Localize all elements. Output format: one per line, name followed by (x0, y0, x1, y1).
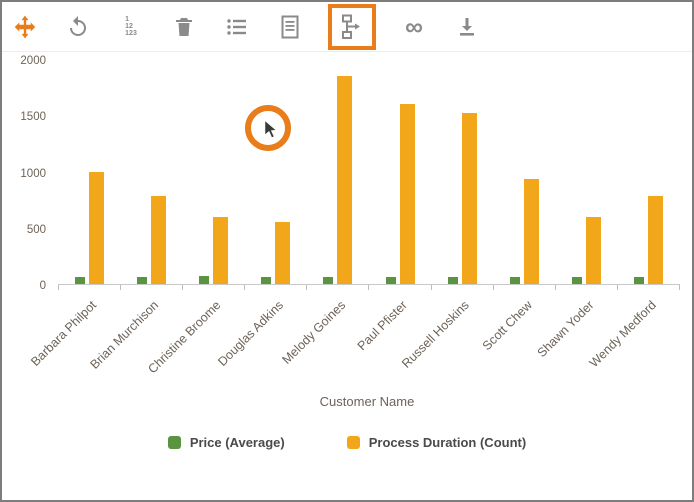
y-axis: 0500100015002000 (2, 60, 58, 285)
list-icon (225, 15, 249, 39)
bar-group (182, 217, 244, 285)
download-icon (455, 15, 479, 39)
list-button[interactable] (222, 10, 252, 44)
legend: Price (Average) Process Duration (Count) (2, 435, 692, 450)
bar[interactable] (572, 277, 582, 284)
bar-group (307, 76, 369, 284)
mouse-cursor-icon (263, 119, 278, 139)
bar[interactable] (137, 277, 147, 284)
bar[interactable] (213, 217, 228, 285)
x-label-cell: Wendy Medford (618, 290, 680, 390)
y-tick-label: 1000 (20, 168, 46, 180)
bar[interactable] (400, 104, 415, 284)
numeric-sort-button[interactable]: 1 12 123 (116, 10, 146, 44)
bar[interactable] (586, 217, 601, 285)
legend-swatch (347, 436, 360, 449)
legend-label: Price (Average) (190, 435, 285, 450)
plot-area: Barbara PhilpotBrian MurchisonChristine … (58, 60, 680, 390)
bar[interactable] (199, 276, 209, 284)
y-tick-label: 500 (27, 224, 46, 236)
bar-chart: 0 500 1000 1500 2000 Barbara PhilpotBrian Mu… (2, 54, 692, 450)
bar[interactable] (323, 277, 333, 284)
legend-swatch (168, 436, 181, 449)
move-button[interactable] (10, 10, 40, 44)
bar[interactable] (151, 196, 166, 284)
refresh-button[interactable] (63, 10, 93, 44)
numeric-sort-icon: 1 12 123 (125, 16, 137, 37)
bar-group (431, 113, 493, 284)
app-window: 1 12 123 (0, 0, 694, 502)
download-button[interactable] (452, 10, 482, 44)
bar[interactable] (89, 172, 104, 285)
bar[interactable] (386, 277, 396, 284)
delete-button[interactable] (169, 10, 199, 44)
y-tick-label: 0 (40, 280, 46, 292)
bar-group (58, 172, 120, 285)
bar[interactable] (524, 179, 539, 284)
bar[interactable] (75, 277, 85, 284)
legend-item[interactable]: Price (Average) (168, 435, 285, 450)
flowchart-highlight-box (328, 4, 376, 50)
bar[interactable] (510, 277, 520, 284)
bar-group (556, 217, 618, 285)
move-icon (12, 14, 38, 40)
refresh-icon (66, 15, 90, 39)
bar[interactable] (462, 113, 477, 284)
legend-label: Process Duration (Count) (369, 435, 526, 450)
bar[interactable] (261, 277, 271, 284)
bar-group (618, 196, 680, 284)
bar[interactable] (648, 196, 663, 284)
report-button[interactable] (275, 10, 305, 44)
bar[interactable] (634, 277, 644, 284)
bar[interactable] (275, 222, 290, 284)
flowchart-button[interactable] (337, 10, 367, 44)
legend-item[interactable]: Process Duration (Count) (347, 435, 526, 450)
bar-group (369, 104, 431, 284)
bar[interactable] (337, 76, 352, 284)
toolbar: 1 12 123 (2, 2, 692, 52)
y-tick-label: 1500 (20, 111, 46, 123)
bars (58, 60, 680, 285)
infinity-button[interactable]: ∞ (399, 10, 429, 44)
bar-group (120, 196, 182, 284)
x-axis-labels: Barbara PhilpotBrian MurchisonChristine … (58, 290, 680, 390)
bar-group (493, 179, 555, 284)
bar-group (245, 222, 307, 284)
report-icon (279, 15, 301, 39)
x-axis-label: Barbara Philpot (28, 298, 99, 369)
x-axis-title: Customer Name (2, 394, 692, 409)
cursor-highlight-ring (245, 105, 291, 151)
trash-icon (172, 15, 196, 39)
flowchart-icon (340, 14, 364, 40)
y-tick-label: 2000 (20, 55, 46, 67)
bar[interactable] (448, 277, 458, 284)
infinity-icon: ∞ (405, 17, 423, 37)
